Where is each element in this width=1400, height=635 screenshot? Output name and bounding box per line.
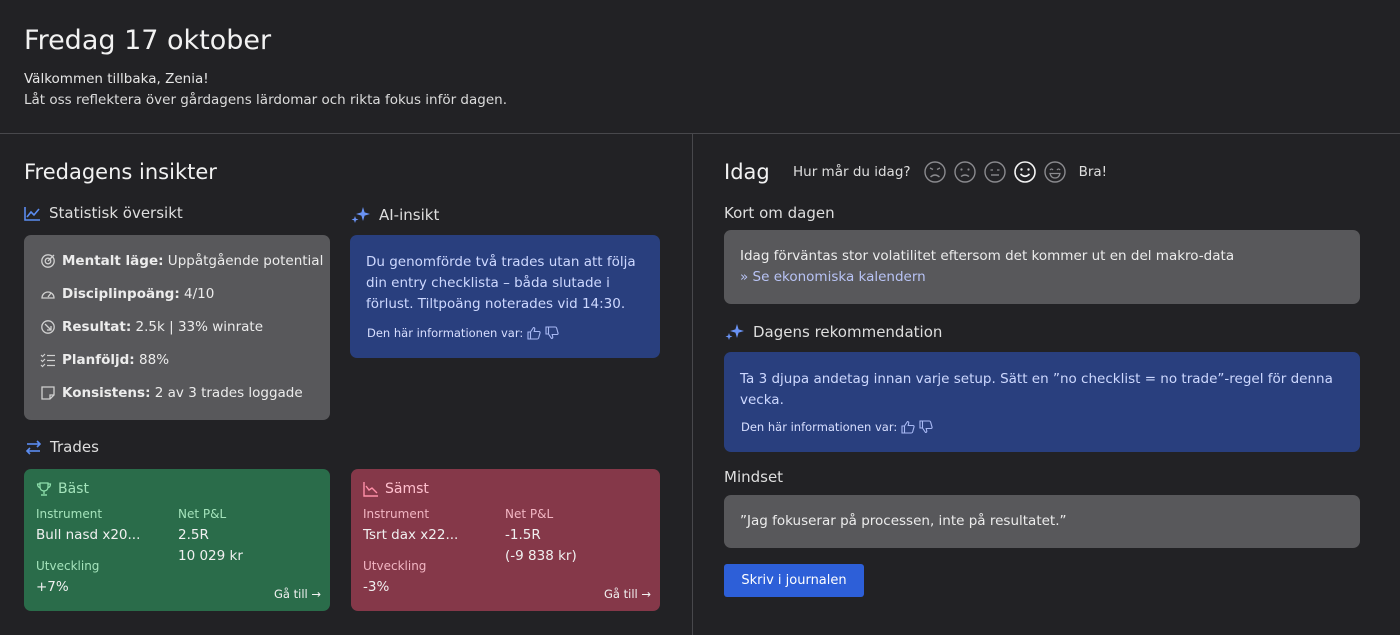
stat-row-mental: Mentalt läge: Uppåtgående potential xyxy=(40,253,323,269)
worst-trade-title: Sämst xyxy=(363,481,429,497)
stat-row-plan: Planföljd: 88% xyxy=(40,352,169,368)
trophy-icon xyxy=(36,481,52,497)
trades-heading-label: Trades xyxy=(50,438,99,456)
chart-down-icon xyxy=(363,481,379,497)
stats-heading: Statistisk översikt xyxy=(24,204,183,222)
worst-trade-card[interactable]: Sämst Instrument Tsrt dax x22... Net P&L… xyxy=(351,469,660,611)
sparkle-icon xyxy=(725,323,745,341)
mood-selector: Hur mår du idag? Bra! xyxy=(793,160,1107,184)
best-trade-title-label: Bäst xyxy=(58,481,89,497)
mood-faces xyxy=(923,160,1067,184)
stat-label: Mentalt läge: xyxy=(62,253,164,269)
stat-value: Uppåtgående potential xyxy=(163,253,324,269)
recommendation-card: Ta 3 djupa andetag innan varje setup. Sä… xyxy=(724,352,1360,452)
thumbs-up-icon[interactable] xyxy=(527,326,541,340)
note-icon xyxy=(40,385,56,401)
page-header: Fredag 17 oktober Välkommen tillbaka, Ze… xyxy=(0,0,1400,134)
chart-line-icon xyxy=(24,205,41,222)
column-divider xyxy=(692,134,693,635)
feedback-label: Den här informationen var: xyxy=(741,420,898,434)
happy-face-icon[interactable] xyxy=(1013,160,1037,184)
mindset-heading: Mindset xyxy=(724,468,784,486)
recommendation-text: Ta 3 djupa andetag innan varje setup. Sä… xyxy=(740,371,1333,408)
pnl-kr-value: (-9 838 kr) xyxy=(505,548,577,564)
stat-label: Konsistens: xyxy=(62,385,151,401)
stat-row-discipline: Disciplinpoäng: 4/10 xyxy=(40,286,214,302)
feedback-label: Den här informationen var: xyxy=(367,326,524,340)
worst-trade-title-label: Sämst xyxy=(385,481,429,497)
thumbs-up-icon[interactable] xyxy=(901,420,915,434)
stat-value: 2.5k | 33% winrate xyxy=(131,319,264,335)
today-title: Idag xyxy=(724,160,770,184)
stat-row-consistency: Konsistens: 2 av 3 trades loggade xyxy=(40,385,303,401)
mood-question: Hur mår du idag? xyxy=(793,164,911,180)
very-sad-face-icon[interactable] xyxy=(923,160,947,184)
stats-heading-label: Statistisk översikt xyxy=(49,204,183,222)
recommendation-heading: Dagens rekommendation xyxy=(725,323,942,341)
write-journal-button[interactable]: Skriv i journalen xyxy=(724,564,864,597)
very-happy-face-icon[interactable] xyxy=(1043,160,1067,184)
worst-trade-goto-link[interactable]: Gå till → xyxy=(604,587,651,601)
instrument-label: Instrument xyxy=(363,507,430,521)
ai-heading-label: AI-insikt xyxy=(379,206,440,224)
thumbs-down-icon[interactable] xyxy=(919,420,933,434)
stat-label: Resultat: xyxy=(62,319,132,335)
stat-label: Planföljd: xyxy=(62,352,135,368)
pnl-label: Net P&L xyxy=(505,507,554,521)
target-icon xyxy=(40,253,56,269)
page-title: Fredag 17 oktober xyxy=(24,25,272,56)
best-trade-goto-link[interactable]: Gå till → xyxy=(274,587,321,601)
ai-insight-text: Du genomförde två trades utan att följa … xyxy=(366,254,636,312)
pnl-r-value: -1.5R xyxy=(505,527,541,543)
mindset-card: ”Jag fokuserar på processen, inte på res… xyxy=(724,495,1360,548)
instrument-label: Instrument xyxy=(36,507,103,521)
ai-feedback: Den här informationen var: xyxy=(367,326,559,340)
pnl-kr-value: 10 029 kr xyxy=(178,548,243,564)
ai-insight-card: Du genomförde två trades utan att följa … xyxy=(350,235,660,358)
welcome-subtitle: Låt oss reflektera över gårdagens lärdom… xyxy=(24,92,508,108)
sad-face-icon[interactable] xyxy=(953,160,977,184)
best-trade-card[interactable]: Bäst Instrument Bull nasd x20... Net P&L… xyxy=(24,469,330,611)
stat-value: 2 av 3 trades loggade xyxy=(150,385,303,401)
best-trade-title: Bäst xyxy=(36,481,89,497)
pnl-label: Net P&L xyxy=(178,507,227,521)
recommendation-heading-label: Dagens rekommendation xyxy=(753,323,943,341)
development-value: +7% xyxy=(36,579,69,595)
instrument-value: Tsrt dax x22... xyxy=(363,527,459,543)
pnl-r-value: 2.5R xyxy=(178,527,209,543)
stat-value: 4/10 xyxy=(179,286,215,302)
summary-heading: Kort om dagen xyxy=(724,204,835,222)
arrow-down-right-icon xyxy=(40,319,56,335)
neutral-face-icon[interactable] xyxy=(983,160,1007,184)
mood-selected-label: Bra! xyxy=(1078,164,1108,180)
insights-title: Fredagens insikter xyxy=(24,160,217,184)
ai-heading: AI-insikt xyxy=(351,206,439,224)
development-label: Utveckling xyxy=(36,559,100,573)
economic-calendar-link[interactable]: » Se ekonomiska kalendern xyxy=(740,267,926,288)
welcome-text: Välkommen tillbaka, Zenia! xyxy=(24,71,209,87)
instrument-value: Bull nasd x20... xyxy=(36,527,141,543)
summary-text: Idag förväntas stor volatilitet eftersom… xyxy=(740,248,1235,264)
mindset-text: ”Jag fokuserar på processen, inte på res… xyxy=(740,513,1067,529)
stats-card: Mentalt läge: Uppåtgående potential Disc… xyxy=(24,235,330,420)
thumbs-down-icon[interactable] xyxy=(545,326,559,340)
checklist-icon xyxy=(40,352,56,368)
development-value: -3% xyxy=(363,579,390,595)
swap-arrows-icon xyxy=(25,439,42,456)
trades-heading: Trades xyxy=(25,438,99,456)
stat-label: Disciplinpoäng: xyxy=(62,286,180,302)
development-label: Utveckling xyxy=(363,559,427,573)
stat-row-result: Resultat: 2.5k | 33% winrate xyxy=(40,319,263,335)
sparkle-icon xyxy=(351,206,371,224)
stat-value: 88% xyxy=(134,352,170,368)
recommendation-feedback: Den här informationen var: xyxy=(741,420,933,434)
gauge-icon xyxy=(40,286,56,302)
summary-card: Idag förväntas stor volatilitet eftersom… xyxy=(724,230,1360,304)
